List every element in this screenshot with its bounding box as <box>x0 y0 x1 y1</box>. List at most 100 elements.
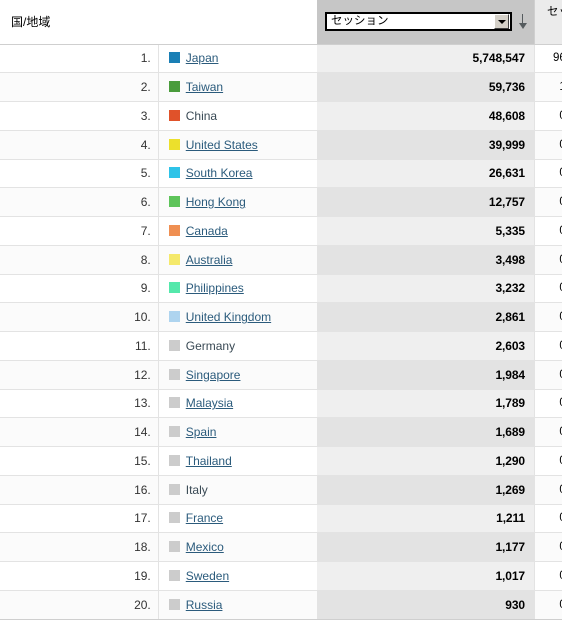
table-row: 1.Japan5,748,54796.17% <box>0 44 562 73</box>
table-row: 18.Mexico1,1770.02% <box>0 533 562 562</box>
country-link[interactable]: United Kingdom <box>186 310 271 324</box>
sessions-percent: 0.05% <box>535 274 562 303</box>
sessions-percent: 96.17% <box>535 44 562 73</box>
row-index: 6. <box>0 188 158 217</box>
country-cell: United States <box>158 130 316 159</box>
country-cell: China <box>158 102 316 131</box>
series-color-swatch-icon <box>169 570 180 581</box>
series-color-swatch-icon <box>169 254 180 265</box>
row-index: 8. <box>0 245 158 274</box>
sessions-value: 1,789 <box>317 389 535 418</box>
country-link[interactable]: France <box>186 511 223 525</box>
country-link[interactable]: Taiwan <box>186 80 223 94</box>
country-sessions-table: 国/地域 セッション セッション <box>0 0 562 620</box>
series-color-swatch-icon <box>169 541 180 552</box>
table-row: 20.Russia9300.02% <box>0 590 562 619</box>
sessions-value: 2,603 <box>317 332 535 361</box>
series-color-swatch-icon <box>169 484 180 495</box>
row-index: 20. <box>0 590 158 619</box>
row-index: 13. <box>0 389 158 418</box>
dimension-column-header[interactable]: 国/地域 <box>0 0 317 44</box>
series-color-swatch-icon <box>169 599 180 610</box>
country-cell: Italy <box>158 475 316 504</box>
country-link[interactable]: Spain <box>186 425 217 439</box>
country-cell: Canada <box>158 217 316 246</box>
country-link[interactable]: Australia <box>186 253 233 267</box>
table-header: 国/地域 セッション セッション <box>0 0 562 44</box>
dimension-column-label: 国/地域 <box>11 15 50 29</box>
series-color-swatch-icon <box>169 81 180 92</box>
country-label: Italy <box>186 483 208 497</box>
country-link[interactable]: Thailand <box>186 454 232 468</box>
country-cell: France <box>158 504 316 533</box>
row-index: 18. <box>0 533 158 562</box>
series-color-swatch-icon <box>169 282 180 293</box>
sessions-percent: 0.03% <box>535 360 562 389</box>
sessions-value: 1,984 <box>317 360 535 389</box>
country-link[interactable]: Japan <box>186 51 219 65</box>
sessions-percent: 0.03% <box>535 389 562 418</box>
country-link[interactable]: Hong Kong <box>186 195 246 209</box>
series-color-swatch-icon <box>169 52 180 63</box>
country-link[interactable]: Sweden <box>186 569 229 583</box>
country-link[interactable]: Mexico <box>186 540 224 554</box>
country-link[interactable]: Philippines <box>186 281 244 295</box>
sort-descending-arrow-icon[interactable] <box>517 14 528 30</box>
sessions-percent: 0.09% <box>535 217 562 246</box>
country-link[interactable]: Russia <box>186 598 223 612</box>
table-row: 9.Philippines3,2320.05% <box>0 274 562 303</box>
sessions-percent: 0.45% <box>535 159 562 188</box>
table-row: 17.France1,2110.02% <box>0 504 562 533</box>
sessions-percent: 0.05% <box>535 303 562 332</box>
country-cell: Australia <box>158 245 316 274</box>
series-color-swatch-icon <box>169 311 180 322</box>
row-index: 16. <box>0 475 158 504</box>
series-color-swatch-icon <box>169 512 180 523</box>
sessions-value: 5,335 <box>317 217 535 246</box>
series-color-swatch-icon <box>169 426 180 437</box>
series-color-swatch-icon <box>169 225 180 236</box>
table-row: 5.South Korea26,6310.45% <box>0 159 562 188</box>
sessions-percent: 0.21% <box>535 188 562 217</box>
country-cell: Japan <box>158 44 316 73</box>
sessions-value: 1,689 <box>317 418 535 447</box>
metric-select[interactable]: セッション <box>325 12 512 31</box>
country-cell: Taiwan <box>158 73 316 102</box>
sessions-value: 48,608 <box>317 102 535 131</box>
sessions-value: 3,498 <box>317 245 535 274</box>
country-cell: Spain <box>158 418 316 447</box>
series-color-swatch-icon <box>169 397 180 408</box>
country-cell: Hong Kong <box>158 188 316 217</box>
country-link[interactable]: South Korea <box>186 166 253 180</box>
chevron-down-icon[interactable] <box>494 14 509 29</box>
table-row: 16.Italy1,2690.02% <box>0 475 562 504</box>
country-link[interactable]: Singapore <box>186 368 241 382</box>
sessions-value: 2,861 <box>317 303 535 332</box>
series-color-swatch-icon <box>169 196 180 207</box>
series-color-swatch-icon <box>169 455 180 466</box>
table-row: 12.Singapore1,9840.03% <box>0 360 562 389</box>
row-index: 1. <box>0 44 158 73</box>
row-index: 5. <box>0 159 158 188</box>
country-label: China <box>186 109 217 123</box>
country-link[interactable]: Canada <box>186 224 228 238</box>
percent-column-header[interactable]: セッション <box>535 0 562 44</box>
sessions-percent: 1.00% <box>535 73 562 102</box>
sessions-value: 1,177 <box>317 533 535 562</box>
table-row: 10.United Kingdom2,8610.05% <box>0 303 562 332</box>
sessions-percent: 0.03% <box>535 418 562 447</box>
percent-column-label: セッション <box>547 6 562 32</box>
sessions-value: 1,211 <box>317 504 535 533</box>
sessions-value: 59,736 <box>317 73 535 102</box>
country-link[interactable]: Malaysia <box>186 396 233 410</box>
sessions-percent: 0.67% <box>535 130 562 159</box>
table-body: 1.Japan5,748,54796.17%2.Taiwan59,7361.00… <box>0 44 562 619</box>
sort-arrow-head <box>519 23 527 29</box>
country-label: Germany <box>186 339 235 353</box>
row-index: 2. <box>0 73 158 102</box>
country-link[interactable]: United States <box>186 138 258 152</box>
table-header-row: 国/地域 セッション セッション <box>0 0 562 44</box>
sessions-percent: 0.02% <box>535 562 562 591</box>
sessions-percent: 0.06% <box>535 245 562 274</box>
row-index: 4. <box>0 130 158 159</box>
